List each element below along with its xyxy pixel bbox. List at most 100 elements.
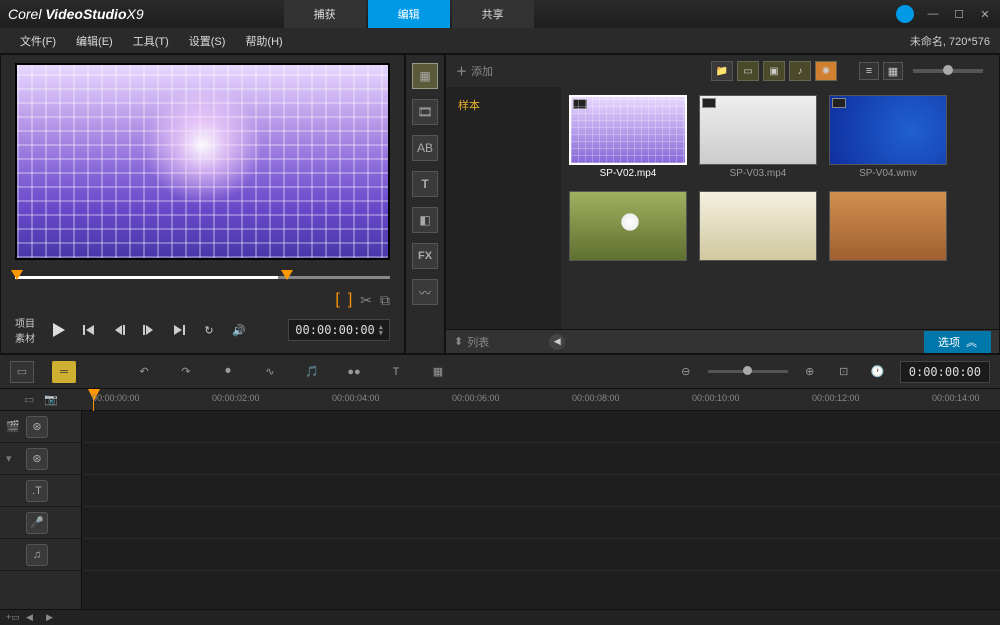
library-tree: 样本	[446, 87, 561, 329]
menu-settings[interactable]: 设置(S)	[179, 29, 236, 53]
goto-end-button[interactable]	[167, 318, 191, 342]
mark-out-button[interactable]: ]	[348, 291, 352, 309]
timeline-timecode[interactable]: 0:00:00:00	[900, 361, 990, 383]
list-view-button[interactable]: ≡	[859, 62, 879, 80]
mark-in-handle[interactable]	[11, 270, 23, 280]
chevron-down-icon[interactable]: ▾	[6, 452, 20, 465]
path-category-button[interactable]: 〰	[412, 279, 438, 305]
media-category-button[interactable]: ▦	[412, 63, 438, 89]
filter-favorites-button[interactable]: ✺	[815, 61, 837, 81]
overlay-track-header[interactable]: ▾ ⊛	[0, 443, 81, 475]
ruler-film-icon: ▭	[24, 393, 38, 406]
clip-thumbnail[interactable]	[829, 191, 947, 264]
goto-start-button[interactable]	[77, 318, 101, 342]
ruler-camera-icon[interactable]: 📷	[44, 393, 58, 406]
clip-thumbnail[interactable]: SP-V04.wmv	[829, 95, 947, 179]
auto-music-button[interactable]: 🎵	[300, 361, 324, 383]
prev-frame-button[interactable]	[107, 318, 131, 342]
track-headers: 🎬 ⊛ ▾ ⊛ .T 🎤 ♫	[0, 411, 82, 609]
menu-tools[interactable]: 工具(T)	[123, 29, 179, 53]
next-frame-button[interactable]	[137, 318, 161, 342]
subtitle-button[interactable]: T	[384, 361, 408, 383]
mode-project-label[interactable]: 项目	[15, 315, 35, 330]
voice-track-header[interactable]: 🎤	[0, 507, 81, 539]
repeat-button[interactable]: ↻	[197, 318, 221, 342]
clip-thumbnail[interactable]: SP-V03.mp4	[699, 95, 817, 179]
maximize-button[interactable]: ☐	[952, 7, 966, 21]
minimize-button[interactable]: —	[926, 7, 940, 21]
mark-out-handle[interactable]	[281, 270, 293, 280]
storyboard-view-button[interactable]: ▭	[10, 361, 34, 383]
redo-button[interactable]: ↷	[174, 361, 198, 383]
video-badge-icon	[702, 98, 716, 108]
thumbnail-zoom-slider[interactable]	[913, 69, 983, 73]
volume-button[interactable]: 🔊	[227, 318, 251, 342]
music-track-header[interactable]: ♫	[0, 539, 81, 571]
import-folder-button[interactable]: 📁	[711, 61, 733, 81]
tab-share[interactable]: 共享	[452, 0, 534, 28]
mark-in-button[interactable]: [	[335, 291, 339, 309]
filter-category-button[interactable]: FX	[412, 243, 438, 269]
menu-bar: 文件(F) 编辑(E) 工具(T) 设置(S) 帮助(H) 未命名, 720*5…	[0, 28, 1000, 54]
menu-help[interactable]: 帮助(H)	[235, 29, 292, 53]
scroll-right-button[interactable]: ▶	[46, 612, 60, 624]
track-toggle-icon[interactable]: 🎬	[6, 420, 20, 433]
timeline-panel: ▭ ═ ↶ ↷ ⏺ ∿ 🎵 ●● T ▦ ⊖ ⊕ ⊡ 🕐 0:00:00:00 …	[0, 354, 1000, 625]
audio-mixer-button[interactable]: ∿	[258, 361, 282, 383]
project-duration-icon: 🕐	[866, 361, 890, 383]
play-button[interactable]	[47, 318, 71, 342]
preview-timecode[interactable]: 00:00:00:00 ▲▼	[288, 319, 390, 341]
mode-clip-label[interactable]: 素材	[15, 330, 35, 345]
preview-panel: [ ] ✂ ⧉ 项目 素材 ↻ 🔊 00:00:00:00 ▲▼	[0, 54, 405, 354]
tab-capture[interactable]: 捕获	[284, 0, 366, 28]
clip-thumbnail[interactable]: SP-V02.mp4	[569, 95, 687, 179]
snapshot-icon[interactable]: ⧉	[380, 292, 390, 309]
title-track-icon: .T	[26, 480, 48, 502]
timeline-zoom-slider[interactable]	[708, 370, 788, 373]
zoom-in-button[interactable]: ⊕	[798, 361, 822, 383]
add-track-button[interactable]: +▭	[6, 612, 20, 624]
preview-scrubber[interactable]	[15, 268, 390, 285]
preview-viewport[interactable]	[15, 63, 390, 260]
sort-button[interactable]: ⬍ 列表	[454, 334, 489, 350]
fit-project-button[interactable]: ⊡	[832, 361, 856, 383]
transition-category-button[interactable]: AB	[412, 135, 438, 161]
add-folder-button[interactable]: ＋ 添加	[456, 63, 493, 79]
video-track-icon: ⊛	[26, 416, 48, 438]
title-track-header[interactable]: .T	[0, 475, 81, 507]
options-panel-button[interactable]: 选项 ︽	[924, 331, 991, 353]
clip-thumbnail[interactable]	[699, 191, 817, 264]
track-manager-button[interactable]: ▦	[426, 361, 450, 383]
menu-edit[interactable]: 编辑(E)	[66, 29, 123, 53]
video-track-header[interactable]: 🎬 ⊛	[0, 411, 81, 443]
multi-trim-button[interactable]: ●●	[342, 361, 366, 383]
undo-button[interactable]: ↶	[132, 361, 156, 383]
video-badge-icon	[573, 99, 587, 109]
tree-item-sample[interactable]: 样本	[452, 93, 555, 117]
nav-prev-button[interactable]: ◀	[549, 334, 565, 350]
filter-photo-button[interactable]: ▣	[763, 61, 785, 81]
close-button[interactable]: ✕	[978, 7, 992, 21]
record-button[interactable]: ⏺	[216, 361, 240, 383]
library-panel: ＋ 添加 📁 ▭ ▣ ♪ ✺ ≡ ▦ 样本 SP-V02.mp4	[445, 54, 1000, 354]
instant-project-button[interactable]: 🎞	[412, 99, 438, 125]
thumb-view-button[interactable]: ▦	[883, 62, 903, 80]
timeline-view-button[interactable]: ═	[52, 361, 76, 383]
timeline-tracks-area[interactable]	[82, 411, 1000, 609]
scroll-left-button[interactable]: ◀	[26, 612, 40, 624]
menu-file[interactable]: 文件(F)	[10, 29, 66, 53]
filter-video-button[interactable]: ▭	[737, 61, 759, 81]
video-badge-icon	[832, 98, 846, 108]
filter-audio-button[interactable]: ♪	[789, 61, 811, 81]
tab-edit[interactable]: 编辑	[368, 0, 450, 28]
timeline-ruler[interactable]: 00:00:00:00 00:00:02:00 00:00:04:00 00:0…	[82, 389, 1000, 410]
cut-icon[interactable]: ✂	[360, 292, 372, 309]
chevron-up-icon: ︽	[966, 334, 977, 350]
title-category-button[interactable]: T	[412, 171, 438, 197]
clip-thumbnail[interactable]	[569, 191, 687, 264]
voice-track-icon: 🎤	[26, 512, 48, 534]
graphic-category-button[interactable]: ◧	[412, 207, 438, 233]
zoom-out-button[interactable]: ⊖	[674, 361, 698, 383]
globe-icon[interactable]	[896, 5, 914, 23]
overlay-track-icon: ⊛	[26, 448, 48, 470]
